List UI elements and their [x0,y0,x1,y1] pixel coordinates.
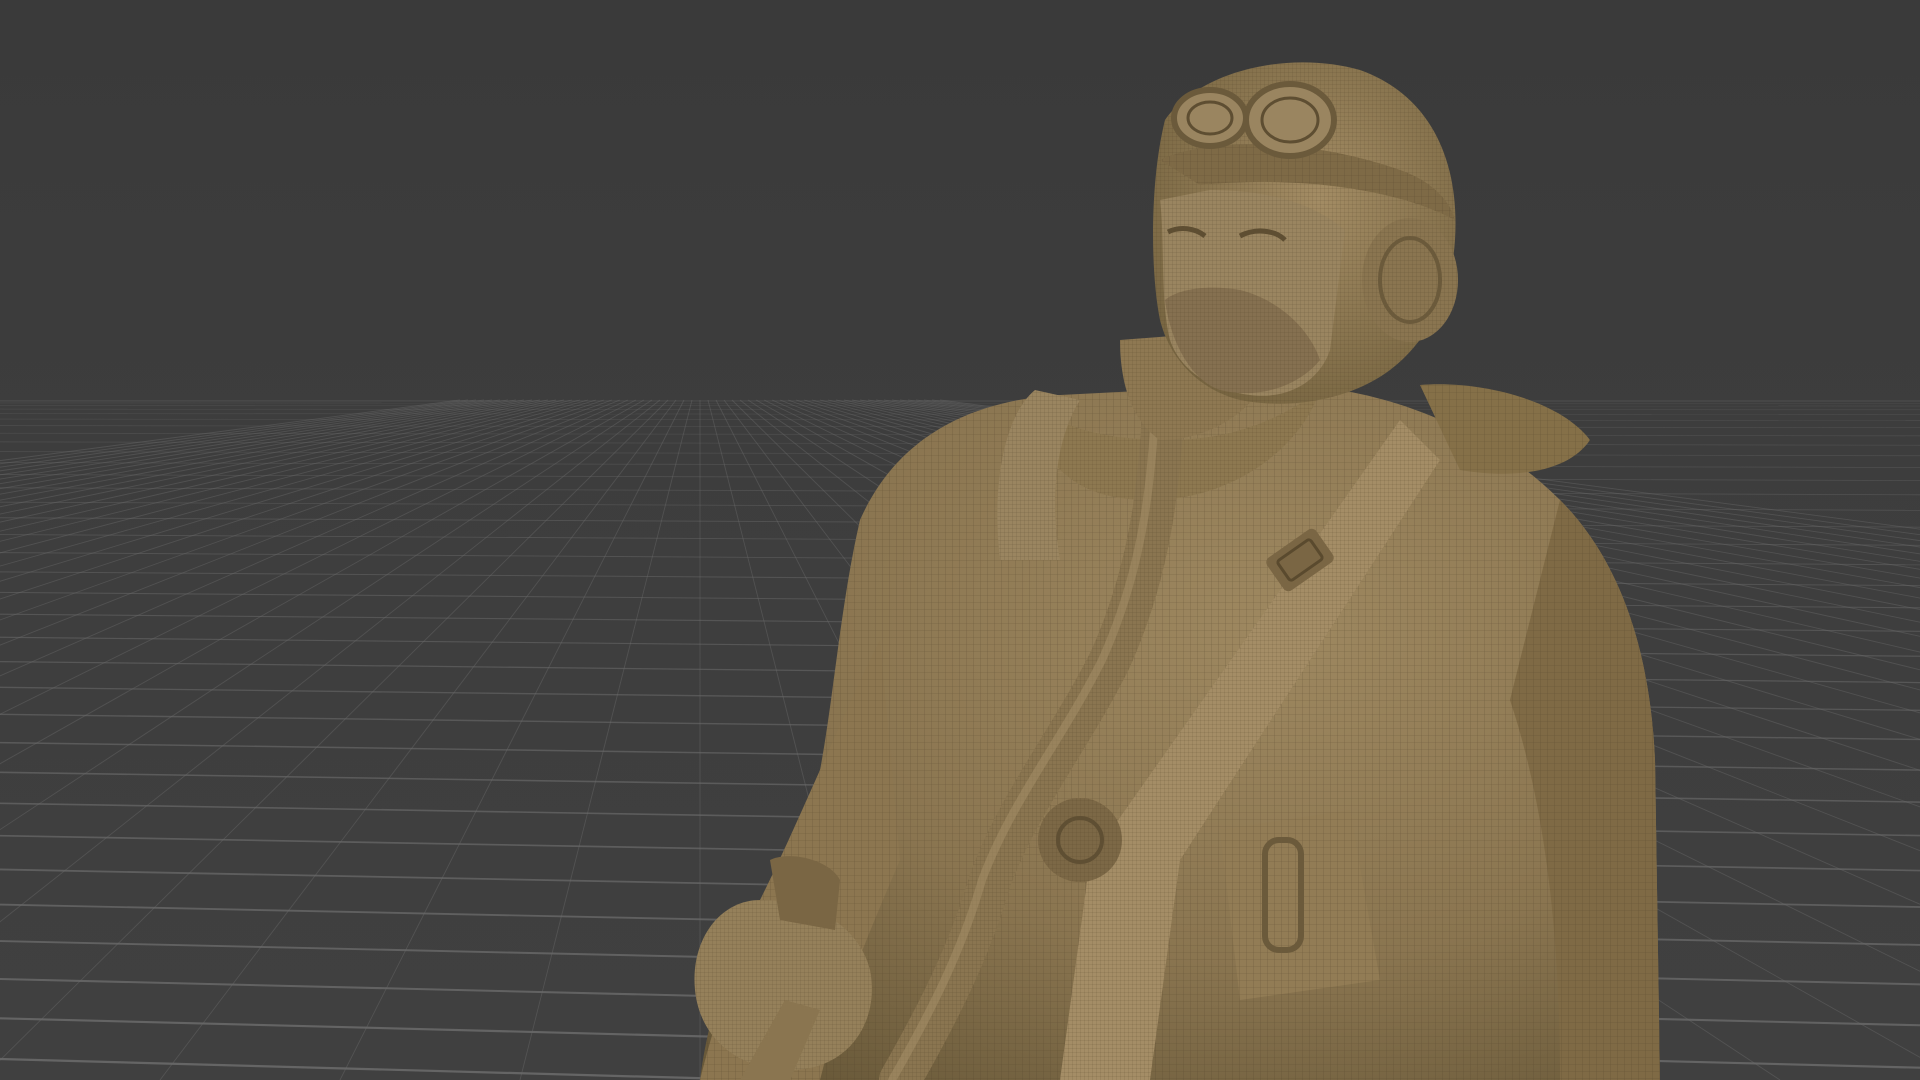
grid-line [0,399,645,765]
grid-line [0,399,517,490]
grid-line [0,399,501,480]
grid-line [0,399,653,831]
grid-line [0,399,509,485]
grid-line [0,399,581,554]
grid-line [519,399,693,1080]
viewport-canvas[interactable] [0,0,1920,1080]
grid-line [0,399,477,468]
grid-line [0,399,565,532]
pilot-model[interactable] [694,62,1660,1080]
grid-line [0,399,541,508]
grid-line [0,399,573,542]
grid-line [0,399,469,465]
grid-line [159,399,677,1080]
grid-line [0,399,669,1061]
grid-line [0,399,597,582]
3d-viewport[interactable] [0,0,1920,1080]
grid-line [0,399,533,501]
grid-line [0,399,637,715]
grid-line [0,399,485,472]
grid-line [0,399,629,677]
grid-line [339,399,685,1080]
grid-line [0,413,1920,416]
grid-line [0,399,661,923]
grid-line [0,399,549,515]
